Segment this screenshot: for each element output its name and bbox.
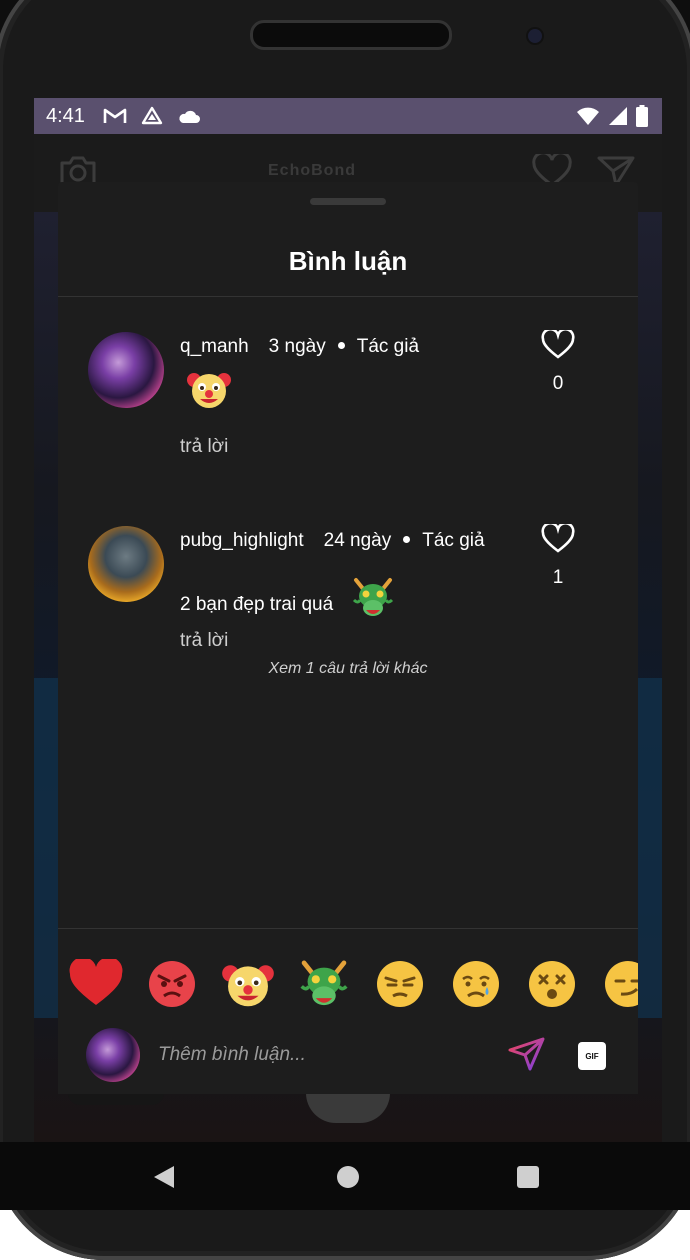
dragon-emoji: [352, 578, 394, 616]
like-heart-icon[interactable]: [541, 521, 575, 554]
cloud-icon: [179, 110, 200, 123]
smirk-emoji: [605, 961, 638, 1007]
clown-emoji: [222, 965, 274, 1007]
app-title: EchoBond: [268, 162, 356, 179]
comment-input-row: Thêm bình luận... GIF: [58, 1028, 638, 1084]
emoji-option[interactable]: [286, 954, 362, 1014]
status-bar: 4:41: [34, 98, 662, 134]
like-count: 1: [552, 567, 564, 588]
comment-item: pubg_highlight 24 ngày Tác giả 2 bạn đẹp t…: [58, 510, 638, 652]
sheet-title: Bình luận: [288, 246, 408, 276]
comment-input[interactable]: Thêm bình luận...: [158, 1044, 306, 1066]
separator-dot: [403, 535, 411, 543]
emoji-option[interactable]: [514, 954, 590, 1014]
gif-icon[interactable]: GIF: [578, 1042, 606, 1070]
current-user-avatar: [86, 1028, 140, 1082]
comment-time: 24 ngày: [323, 530, 392, 551]
drive-icon: [141, 106, 163, 125]
comment-item: q_manh 3 ngày Tác giả trả lời 0: [58, 316, 638, 476]
emoji-option[interactable]: [210, 954, 286, 1014]
avatar[interactable]: [88, 526, 164, 602]
home-icon[interactable]: [337, 1166, 359, 1188]
send-comment-icon[interactable]: [508, 1036, 546, 1072]
bottom-nav-fragment: [68, 1093, 164, 1105]
emoji-option[interactable]: [134, 954, 210, 1014]
like-column: 1: [538, 521, 578, 589]
gmail-icon: [103, 108, 127, 123]
comment-username[interactable]: pubg_highlight: [180, 530, 304, 551]
author-badge: Tác giả: [422, 530, 485, 551]
reply-button[interactable]: trả lời: [180, 436, 228, 458]
dragon-emoji: [300, 960, 348, 1006]
angry-emoji: [149, 961, 195, 1007]
wifi-icon: [577, 107, 599, 125]
divider: [58, 296, 638, 297]
like-column: 0: [538, 327, 578, 395]
comments-sheet: Bình luận q_manh 3 ngày Tác giả trả lời: [58, 182, 638, 1094]
comment-meta: q_manh 3 ngày Tác giả: [180, 336, 419, 358]
author-badge: Tác giả: [356, 336, 420, 357]
comment-username[interactable]: q_manh: [180, 336, 249, 357]
like-heart-icon[interactable]: [541, 327, 575, 360]
separator-dot: [337, 341, 345, 349]
reply-button[interactable]: trả lời: [180, 630, 228, 652]
sad-emoji: [453, 961, 499, 1007]
emoji-option[interactable]: [58, 954, 134, 1014]
comment-text: 2 bạn đẹp trai quá: [180, 594, 334, 615]
status-time: 4:41: [46, 104, 85, 127]
comment-time: 3 ngày: [268, 336, 326, 357]
annoyed-emoji: [377, 961, 423, 1007]
signal-icon: [609, 107, 627, 125]
front-camera: [528, 29, 542, 43]
dizzy-emoji: [529, 961, 575, 1007]
system-icons: [576, 105, 648, 127]
avatar[interactable]: [88, 332, 164, 408]
earpiece-speaker: [250, 20, 452, 50]
phone-frame: 4:41 EchoBond Bình luận q_manh 3 ngày Tá…: [0, 0, 690, 1260]
emoji-option[interactable]: [438, 954, 514, 1014]
notification-icons: [103, 106, 201, 126]
recent-apps-icon[interactable]: [517, 1166, 539, 1188]
sheet-drag-handle[interactable]: [310, 198, 386, 205]
emoji-option[interactable]: [590, 954, 638, 1014]
screen: 4:41 EchoBond Bình luận q_manh 3 ngày Tá…: [34, 98, 662, 1142]
view-more-replies[interactable]: Xem 1 câu trả lời khác: [58, 660, 638, 678]
comment-meta: pubg_highlight 24 ngày Tác giả: [180, 530, 485, 552]
emoji-option[interactable]: [362, 954, 438, 1014]
back-icon[interactable]: [152, 1164, 176, 1190]
battery-icon: [636, 105, 648, 127]
clown-emoji: [187, 373, 231, 408]
divider: [58, 928, 638, 929]
heart-emoji: [69, 959, 123, 1005]
like-count: 0: [552, 373, 564, 394]
emoji-quick-bar: [58, 954, 638, 1014]
android-nav-bar: [0, 1142, 690, 1210]
